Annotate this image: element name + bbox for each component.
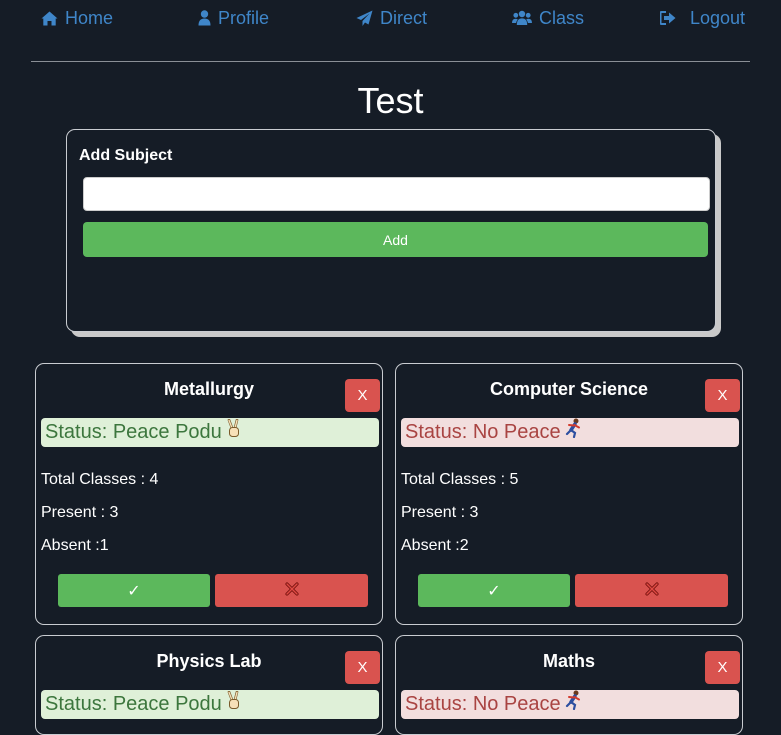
absent-count: Absent :1 xyxy=(41,537,109,554)
present-count: Present : 3 xyxy=(401,504,479,521)
subject-name: Metallurgy xyxy=(163,379,255,399)
subject-card: Metallurgy X Status: Peace Podu Total Cl… xyxy=(35,363,383,625)
nav-home-link[interactable]: Home xyxy=(41,6,113,30)
subject-name-input[interactable] xyxy=(83,177,710,211)
mark-absent-button[interactable] xyxy=(575,574,728,607)
mark-present-button[interactable]: ✓ xyxy=(418,574,570,607)
cross-mark-icon xyxy=(644,581,659,600)
status-banner: Status: No Peace xyxy=(401,418,739,447)
nav-direct-link[interactable]: Direct xyxy=(356,6,427,30)
paper-plane-icon xyxy=(356,10,373,27)
subject-name: Maths xyxy=(542,651,595,671)
mark-present-button[interactable]: ✓ xyxy=(58,574,210,607)
nav-divider xyxy=(31,61,750,62)
nav-logout-label: Logout xyxy=(690,7,746,28)
running-person-icon xyxy=(565,690,583,719)
nav-class-link[interactable]: Class xyxy=(512,6,584,30)
nav-logout-link[interactable]: Logout xyxy=(660,6,745,30)
subject-card: Maths X Status: No Peace xyxy=(395,635,743,735)
cross-mark-icon xyxy=(284,581,299,600)
status-banner: Status: Peace Podu xyxy=(41,690,379,719)
add-subject-button[interactable]: Add xyxy=(83,222,708,257)
nav-direct-label: Direct xyxy=(380,7,428,28)
subject-card: Physics Lab X Status: Peace Podu xyxy=(35,635,383,735)
page-title: Test xyxy=(357,80,424,121)
users-icon xyxy=(512,10,532,26)
total-classes: Total Classes : 4 xyxy=(41,471,159,488)
victory-hand-icon xyxy=(226,418,242,447)
status-text: Status: Peace Podu xyxy=(45,421,222,443)
mark-absent-button[interactable] xyxy=(215,574,368,607)
running-person-icon xyxy=(565,418,583,447)
delete-subject-button[interactable]: X xyxy=(345,651,380,684)
subject-card: Computer Science X Status: No Peace Tota… xyxy=(395,363,743,625)
home-icon xyxy=(41,11,58,26)
delete-subject-button[interactable]: X xyxy=(345,379,380,412)
nav-class-label: Class xyxy=(539,7,585,28)
nav-home-label: Home xyxy=(65,7,114,28)
status-banner: Status: No Peace xyxy=(401,690,739,719)
victory-hand-icon xyxy=(226,690,242,719)
subject-name: Computer Science xyxy=(489,379,649,399)
delete-subject-button[interactable]: X xyxy=(705,651,740,684)
status-text: Status: No Peace xyxy=(405,421,561,443)
add-subject-title: Add Subject xyxy=(79,147,173,164)
delete-subject-button[interactable]: X xyxy=(705,379,740,412)
top-nav: Home Profile Direct Class Logout xyxy=(0,0,781,36)
status-text: Status: No Peace xyxy=(405,693,561,715)
nav-profile-link[interactable]: Profile xyxy=(198,6,269,30)
sign-out-icon xyxy=(660,11,676,25)
status-banner: Status: Peace Podu xyxy=(41,418,379,447)
present-count: Present : 3 xyxy=(41,504,119,521)
subject-name: Physics Lab xyxy=(156,651,262,671)
absent-count: Absent :2 xyxy=(401,537,469,554)
status-text: Status: Peace Podu xyxy=(45,693,222,715)
add-subject-panel: Add Subject Add xyxy=(66,129,716,332)
total-classes: Total Classes : 5 xyxy=(401,471,519,488)
user-icon xyxy=(198,10,211,26)
nav-profile-label: Profile xyxy=(218,7,270,28)
